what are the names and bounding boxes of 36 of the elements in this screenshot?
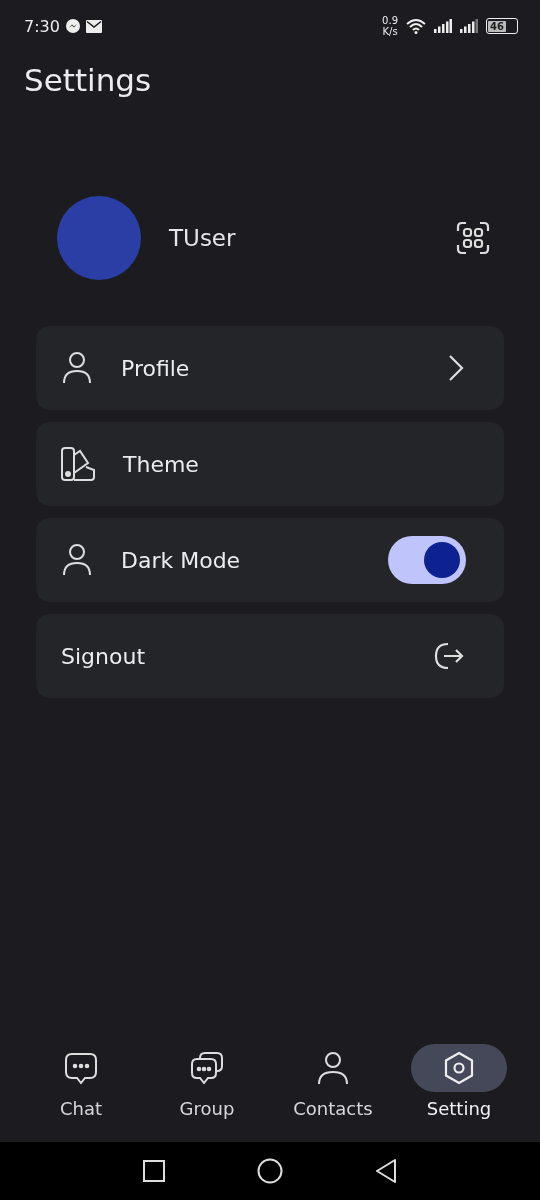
chevron-right-icon bbox=[448, 354, 464, 382]
settings-item[interactable]: Dark Mode bbox=[36, 518, 504, 602]
item-label: Profile bbox=[121, 355, 191, 381]
page-title: Settings bbox=[23, 61, 153, 100]
person-icon bbox=[61, 351, 93, 385]
item-label: Dark Mode bbox=[121, 547, 242, 573]
messenger-icon bbox=[64, 18, 81, 34]
wifi-icon bbox=[406, 18, 426, 34]
recents-icon[interactable] bbox=[143, 1160, 165, 1182]
person-icon bbox=[316, 1051, 350, 1085]
chat-bubbles-icon bbox=[190, 1051, 224, 1085]
back-icon[interactable] bbox=[375, 1159, 397, 1183]
settings-item[interactable]: Profile bbox=[36, 326, 504, 410]
toggle-switch[interactable] bbox=[388, 536, 466, 584]
nav-tab[interactable]: Chat bbox=[18, 1032, 144, 1142]
clock: 7:30 bbox=[24, 16, 60, 36]
nav-tab[interactable]: Setting bbox=[396, 1032, 522, 1142]
settings-item[interactable]: Signout bbox=[36, 614, 504, 698]
network-speed: 0.9 K/s bbox=[382, 15, 398, 37]
battery: 46 bbox=[486, 18, 518, 34]
item-label: Signout bbox=[61, 643, 146, 669]
palette-icon bbox=[61, 447, 95, 481]
signal-icon bbox=[434, 19, 452, 33]
logout-icon[interactable] bbox=[434, 642, 464, 670]
settings-icon bbox=[442, 1051, 476, 1085]
nav-tab[interactable]: Group bbox=[144, 1032, 270, 1142]
mail-icon bbox=[85, 19, 102, 33]
person-icon bbox=[61, 543, 93, 577]
chat-bubble-icon bbox=[64, 1051, 98, 1085]
qr-scan-icon[interactable] bbox=[456, 221, 490, 255]
user-name: TUser bbox=[169, 225, 237, 251]
nav-tab[interactable]: Contacts bbox=[270, 1032, 396, 1142]
item-label: Theme bbox=[123, 451, 200, 477]
home-icon[interactable] bbox=[257, 1158, 283, 1184]
signal-icon bbox=[460, 19, 478, 33]
settings-item[interactable]: Theme bbox=[36, 422, 504, 506]
